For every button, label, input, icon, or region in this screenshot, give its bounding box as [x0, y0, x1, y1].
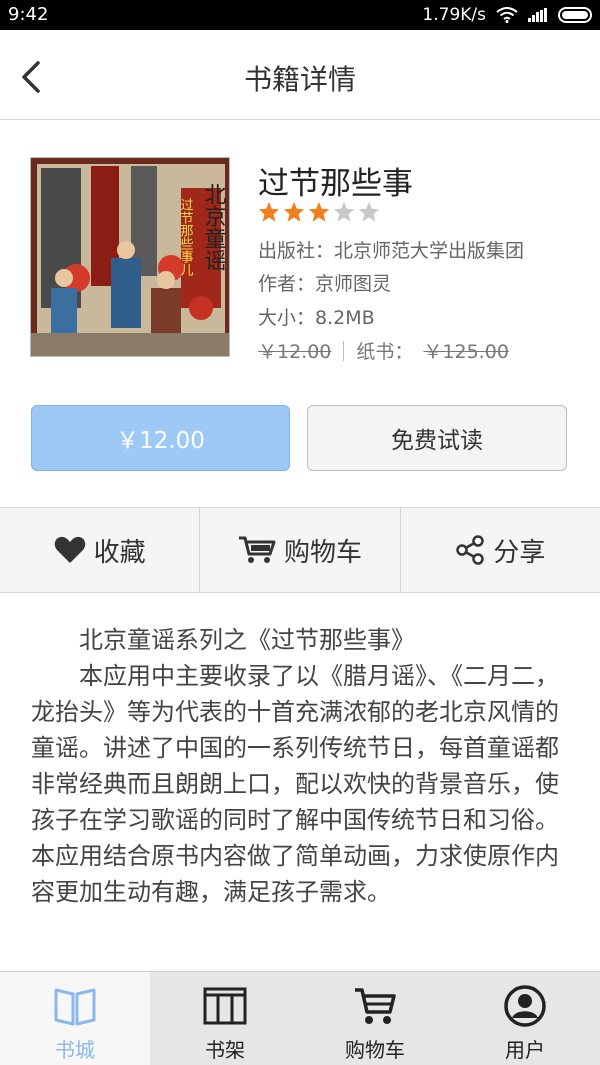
- page-title: 书籍详情: [243, 63, 356, 96]
- star-icon: [308, 201, 330, 222]
- user-icon: [504, 985, 546, 1027]
- cart-icon: [355, 988, 396, 1024]
- tab-user-label: 用户: [505, 1038, 545, 1062]
- cart-icon: [238, 536, 276, 563]
- paper-price-label: 纸书：: [356, 341, 414, 363]
- book-author: 作者：京师图灵: [258, 273, 392, 295]
- cover-title-right: 北京童谣: [201, 183, 227, 271]
- tab-bookshelf[interactable]: 书架: [150, 972, 300, 1065]
- ebook-price: ￥12.00: [258, 341, 332, 363]
- book-publisher: 出版社：北京师范大学出版集团: [258, 240, 525, 262]
- network-speed: 1.79K/s: [422, 5, 486, 25]
- header: 书籍详情: [0, 30, 600, 120]
- description-body: 本应用中主要收录了以《腊月谣》、《二月二，龙抬头》等为代表的十首充满浓郁的老北京…: [31, 662, 559, 906]
- share-button[interactable]: 分享: [399, 508, 600, 592]
- book-cover: 北京童谣 过节那些事儿: [30, 157, 230, 357]
- tab-bookshelf-label: 书架: [205, 1038, 245, 1062]
- star-icon: [358, 201, 380, 222]
- wifi-icon: [496, 7, 518, 23]
- tab-user[interactable]: 用户: [450, 972, 600, 1065]
- favorite-label: 收藏: [93, 537, 146, 568]
- buy-button[interactable]: ￥12.00: [31, 405, 290, 471]
- bookshelf-icon: [203, 987, 247, 1025]
- price-row: ￥12.00 纸书： ￥125.00: [258, 337, 509, 364]
- price-divider: [343, 340, 345, 361]
- paper-price: ￥125.00: [423, 341, 509, 363]
- tab-bookstore-label: 书城: [55, 1038, 95, 1062]
- share-icon: [456, 535, 485, 565]
- status-time: 9:42: [8, 4, 49, 25]
- free-trial-button[interactable]: 免费试读: [307, 405, 567, 471]
- cart-label: 购物车: [283, 537, 362, 568]
- book-description: 北京童谣系列之《过节那些事》 本应用中主要收录了以《腊月谣》、《二月二，龙抬头》…: [31, 622, 571, 910]
- tab-cart-label: 购物车: [345, 1038, 405, 1062]
- favorite-button[interactable]: 收藏: [0, 508, 199, 592]
- signal-icon: [528, 8, 548, 22]
- status-indicators: 1.79K/s: [422, 3, 592, 27]
- star-icon: [258, 201, 280, 222]
- bottom-tab-bar: 书城 书架 购物车 用户: [0, 971, 600, 1065]
- book-title: 过节那些事: [258, 166, 413, 202]
- status-bar: 9:42 1.79K/s: [0, 0, 600, 30]
- share-label: 分享: [493, 537, 546, 568]
- cover-title-left: 过节那些事儿: [178, 198, 194, 277]
- heart-icon: [54, 536, 85, 563]
- book-open-icon: [54, 988, 96, 1026]
- battery-icon: [558, 7, 592, 23]
- star-icon: [333, 201, 355, 222]
- action-bar: 收藏 购物车 分享: [0, 507, 600, 593]
- tab-bookstore[interactable]: 书城: [0, 972, 150, 1065]
- description-heading: 北京童谣系列之《过节那些事》: [79, 626, 415, 654]
- book-size: 大小：8.2MB: [258, 307, 375, 329]
- star-rating: [258, 201, 380, 223]
- star-icon: [283, 201, 305, 222]
- tab-cart[interactable]: 购物车: [300, 972, 450, 1065]
- add-to-cart-button[interactable]: 购物车: [199, 508, 399, 592]
